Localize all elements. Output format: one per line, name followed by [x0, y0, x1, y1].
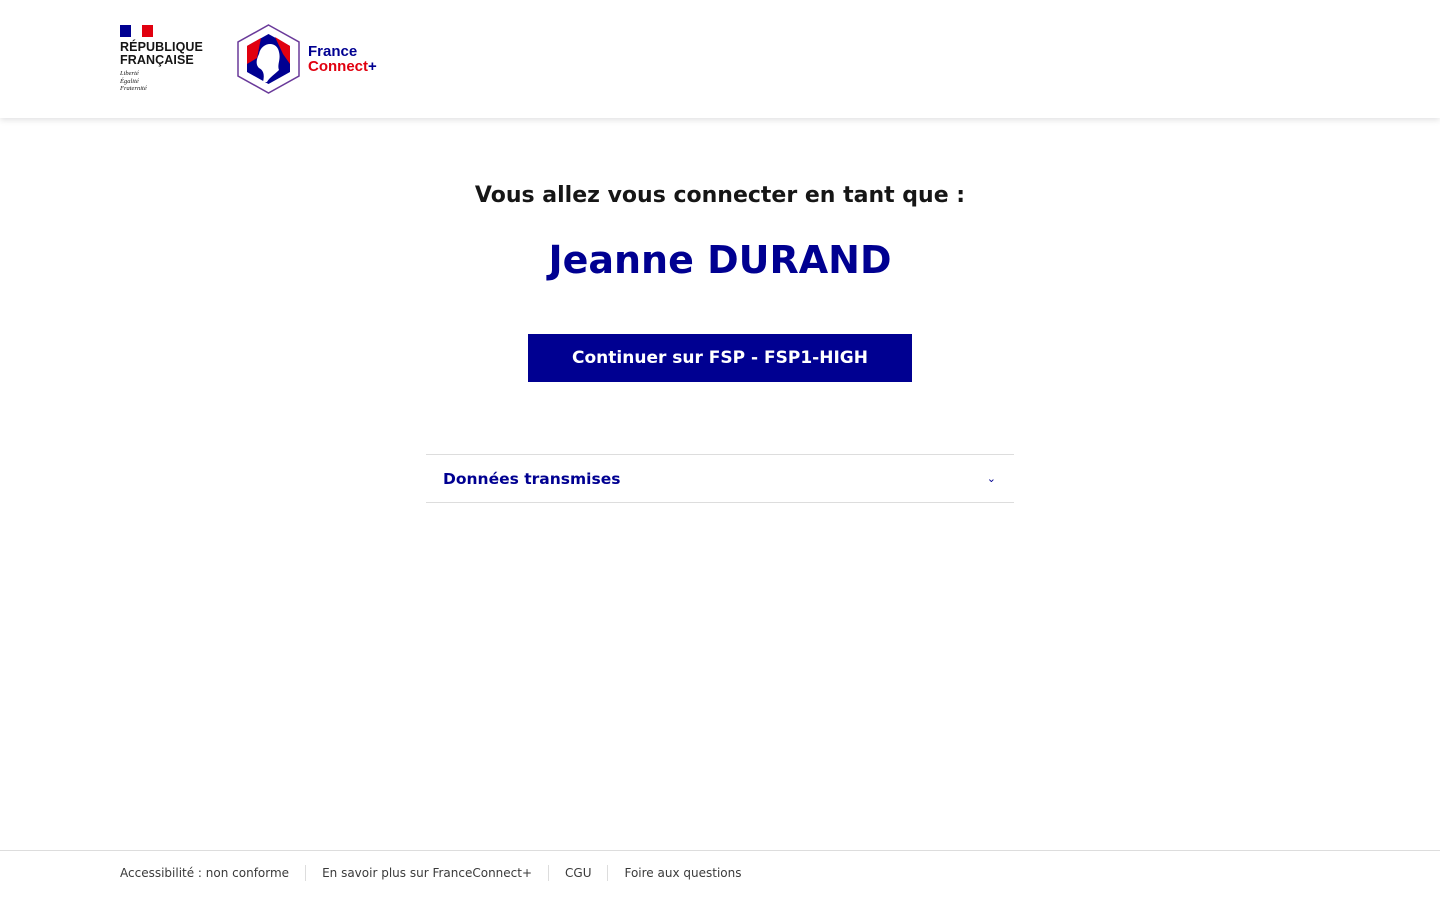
logo-line2: FRANÇAISE	[120, 53, 194, 67]
footer-link-faq[interactable]: Foire aux questions	[607, 864, 757, 881]
franceconnect-logo[interactable]: France Connect+	[237, 24, 377, 94]
motto-2: Égalité	[120, 77, 139, 85]
motto-1: Liberté	[120, 70, 139, 77]
franceconnect-hexagon-icon	[237, 24, 300, 94]
chevron-down-icon: ⌄	[986, 472, 996, 485]
user-name: Jeanne DURAND	[548, 238, 892, 282]
flag-icon	[120, 25, 153, 37]
continue-button[interactable]: Continuer sur FSP - FSP1-HIGH	[528, 334, 912, 382]
footer: Accessibilité : non conforme En savoir p…	[0, 850, 1440, 900]
fc-logo-line2: Connect	[308, 58, 368, 75]
motto-3: Fraternité	[120, 85, 147, 92]
footer-link-cgu[interactable]: CGU	[548, 864, 607, 881]
footer-link-about[interactable]: En savoir plus sur FranceConnect+	[305, 864, 548, 881]
page-heading: Vous allez vous connecter en tant que :	[474, 183, 966, 208]
footer-link-accessibility[interactable]: Accessibilité : non conforme	[120, 865, 305, 881]
transmitted-data-accordion[interactable]: Données transmises ⌄	[426, 454, 1014, 503]
republique-francaise-logo[interactable]: RÉPUBLIQUE FRANÇAISE Liberté Égalité Frater…	[120, 25, 203, 93]
header: RÉPUBLIQUE FRANÇAISE Liberté Égalité Frater…	[0, 0, 1440, 118]
fc-logo-line1: France	[308, 43, 358, 60]
fc-logo-plus: +	[368, 58, 377, 75]
accordion-label: Données transmises	[443, 469, 621, 488]
